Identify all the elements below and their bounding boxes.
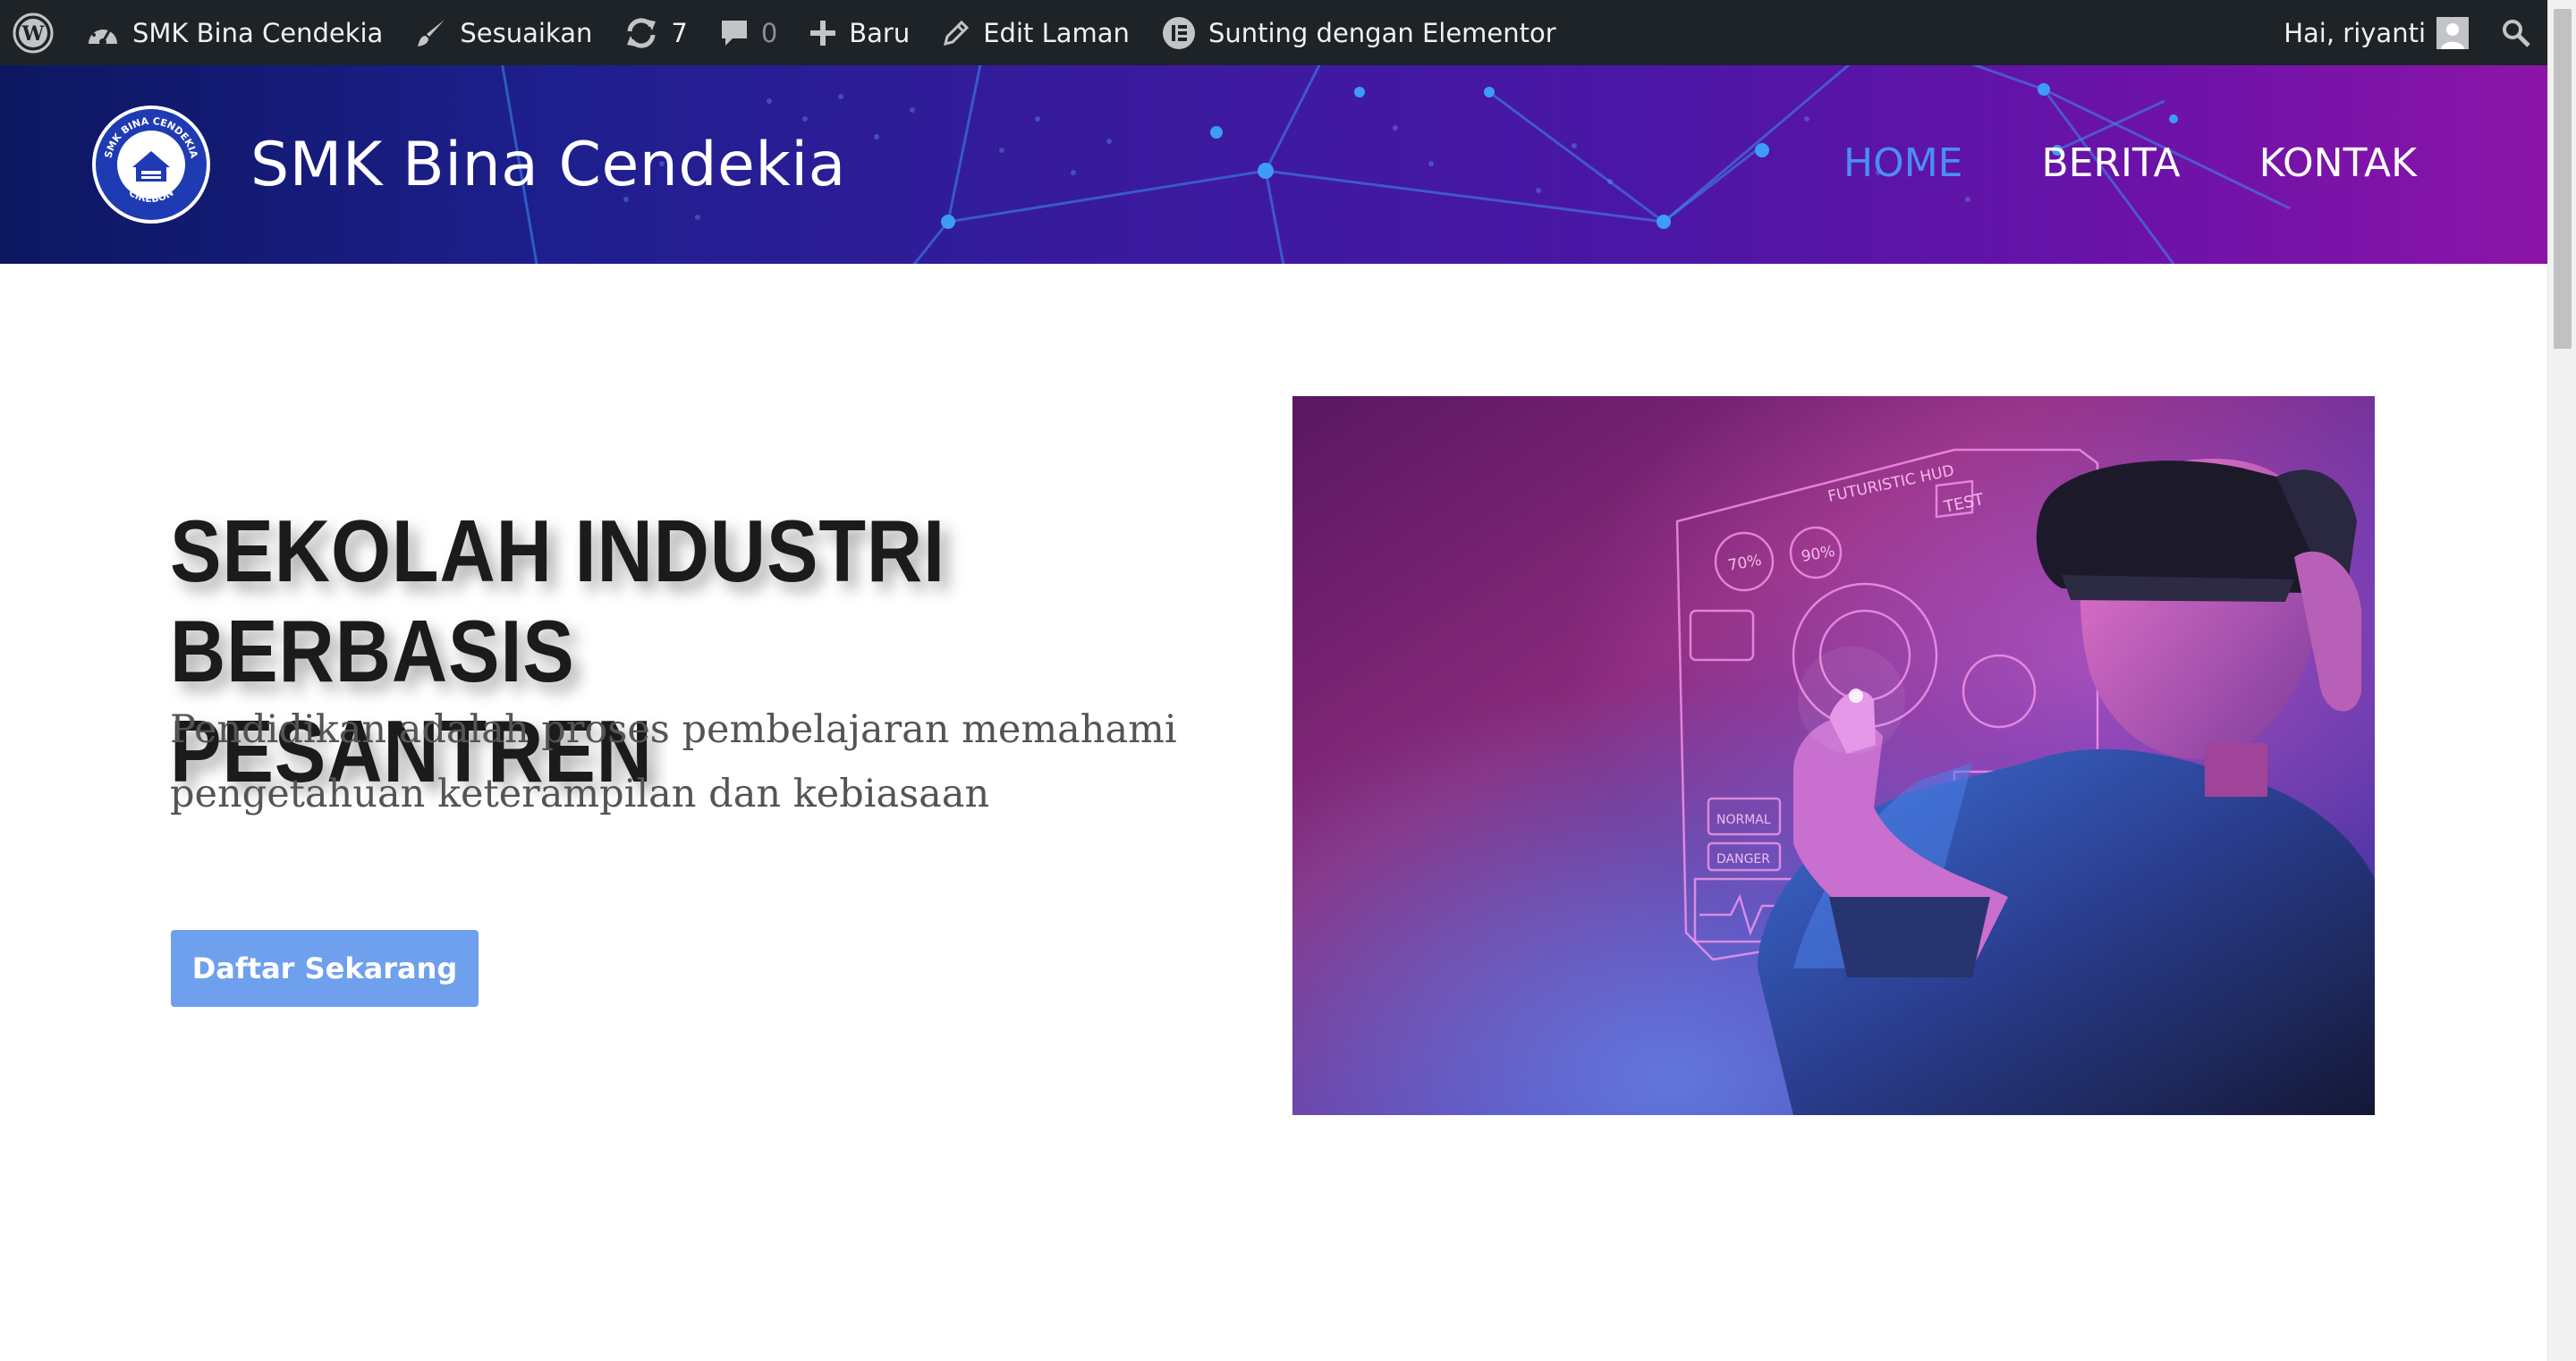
site-name-menu[interactable]: SMK Bina Cendekia <box>70 0 399 65</box>
edit-page-label: Edit Laman <box>983 17 1130 48</box>
nav-item-kontak[interactable]: KONTAK <box>2259 140 2417 186</box>
elementor-icon <box>1162 16 1195 49</box>
page-scrollbar[interactable] <box>2547 0 2576 1361</box>
hero-subtitle-line-2: pengetahuan keterampilan dan kebiasaan <box>170 772 990 816</box>
svg-text:W: W <box>21 22 45 46</box>
my-account-menu[interactable]: Hai, riyanti <box>2267 0 2485 65</box>
register-now-button[interactable]: Daftar Sekarang <box>171 930 479 1007</box>
paintbrush-icon <box>418 19 445 46</box>
user-silhouette-icon <box>2436 16 2469 49</box>
updates-count: 7 <box>671 17 688 48</box>
vr-futuristic-hud-illustration: FUTURISTIC HUD TEST 70% 90% NORMAL DANGE… <box>1292 396 2375 1115</box>
greeting-label: Hai, riyanti <box>2284 17 2426 48</box>
nav-item-berita[interactable]: BERITA <box>2041 140 2180 186</box>
wordpress-logo-menu[interactable]: W <box>0 0 70 65</box>
comments-link[interactable]: 0 <box>704 0 793 65</box>
updates-link[interactable]: 7 <box>608 0 703 65</box>
admin-search-button[interactable] <box>2485 0 2547 65</box>
elementor-edit-link[interactable]: Sunting dengan Elementor <box>1146 0 1572 65</box>
plus-icon <box>810 20 836 46</box>
comments-count: 0 <box>760 17 778 48</box>
customize-label: Sesuaikan <box>460 17 593 48</box>
site-name-label: SMK Bina Cendekia <box>132 17 384 48</box>
updates-refresh-icon <box>627 17 657 48</box>
hero-subtitle-line-1: Pendidikan adalah proses pembelajaran me… <box>170 707 1177 752</box>
edit-page-link[interactable]: Edit Laman <box>926 0 1146 65</box>
scrollbar-thumb[interactable] <box>2554 9 2572 349</box>
comment-bubble-icon <box>721 20 747 46</box>
customize-link[interactable]: Sesuaikan <box>399 0 608 65</box>
search-icon <box>2503 19 2530 47</box>
new-label: Baru <box>849 17 911 48</box>
elementor-label: Sunting dengan Elementor <box>1208 17 1556 48</box>
dashboard-gauge-icon <box>89 24 117 46</box>
hero-subtitle: Pendidikan adalah proses pembelajaran me… <box>170 697 1243 826</box>
main-navigation: HOME BERITA KONTAK <box>1843 140 2417 186</box>
site-header: SMK BINA CENDEKIA CIREBON SMK Bina Cende… <box>0 65 2547 264</box>
admin-bar: W SMK Bina Cendekia Sesuaikan 7 0 Baru E… <box>0 0 2547 65</box>
hud-danger-text: DANGER <box>1716 852 1770 866</box>
avatar <box>2436 16 2469 49</box>
hero-image-vr-person: FUTURISTIC HUD TEST 70% 90% NORMAL DANGE… <box>1292 396 2375 1115</box>
hero-title-line-1: SEKOLAH INDUSTRI BERBASIS <box>170 502 945 700</box>
hud-normal-text: NORMAL <box>1716 813 1771 827</box>
school-logo: SMK BINA CENDEKIA CIREBON <box>92 106 210 224</box>
nav-item-home[interactable]: HOME <box>1843 140 1962 186</box>
wordpress-icon: W <box>13 13 54 53</box>
site-title[interactable]: SMK Bina Cendekia <box>250 130 846 200</box>
pencil-icon <box>944 20 970 46</box>
new-content-menu[interactable]: Baru <box>793 0 926 65</box>
